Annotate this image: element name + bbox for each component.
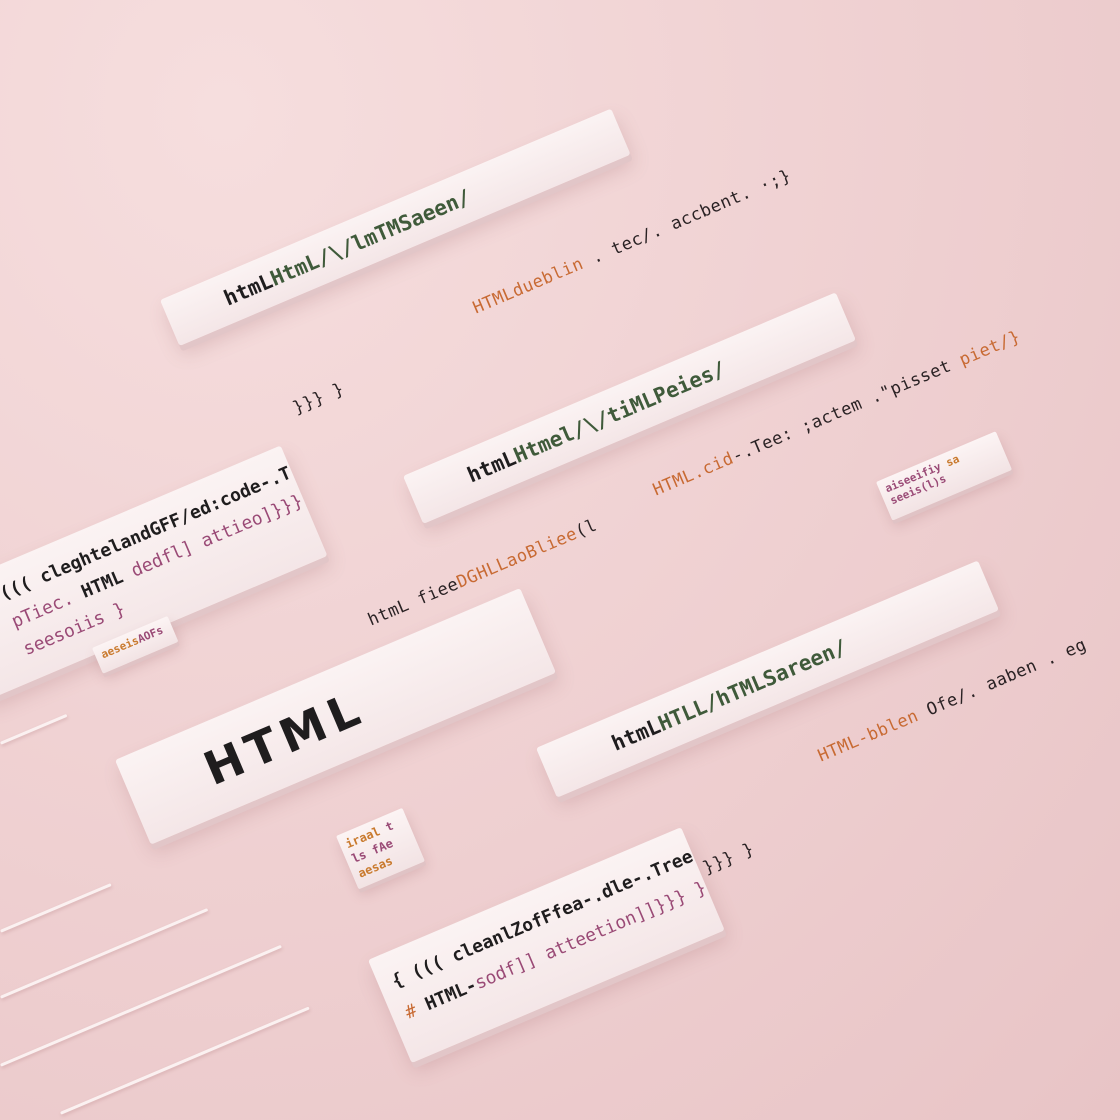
code-line: }}} } <box>700 839 757 878</box>
code-card: htmL HTLL/hTMLSareen/ <box>536 560 999 798</box>
code-token: DGHLLaoBliee <box>453 523 581 593</box>
decor-stroke <box>0 908 209 999</box>
code-card: ((( cleghtelandGFF/ed:code-.Treek(l pTie… <box>0 445 328 701</box>
card-path: HtmL/\/lmTMSaeen/ <box>266 184 475 291</box>
code-token: dueblin <box>509 253 587 302</box>
code-token: AOFs <box>135 623 166 646</box>
decor-stroke <box>0 713 68 745</box>
isometric-code-scene: htmL HtmL/\/lmTMSaeen/ htmL Htmel/\/tiML… <box>0 0 1120 1120</box>
code-token: .cid <box>689 448 737 484</box>
card-path: Htmel/\/tiMLPeies/ <box>510 356 730 468</box>
decor-stroke <box>0 883 112 933</box>
code-token: HTML <box>470 283 518 319</box>
card-path: HTLL/hTMLSareen/ <box>654 634 851 737</box>
code-token: HTML <box>650 465 698 501</box>
code-token: HTML-bblen <box>815 706 922 767</box>
decor-stroke <box>0 944 282 1067</box>
code-token: }}} } <box>290 379 348 419</box>
code-line: }}} } <box>290 379 347 418</box>
code-token: . tec/. accbent. ·;} <box>578 165 795 273</box>
html-title-label: HTML <box>196 680 373 796</box>
code-token: Ofe/. aaben . eg <box>913 634 1090 725</box>
code-card: htmL HtmL/\/lmTMSaeen/ <box>160 108 631 347</box>
code-card: htmL Htmel/\/tiMLPeies/ <box>403 292 856 524</box>
code-token: piet/} <box>956 326 1024 371</box>
card-keyword: htmL <box>463 445 520 488</box>
code-chip: aiseeifiy sa seeis(l)s <box>876 431 1013 521</box>
card-keyword: htmL <box>220 268 277 311</box>
code-token: }}} } <box>700 839 758 879</box>
html-title-card: HTML <box>115 588 556 845</box>
code-chip: iraal t ls fAe aesas <box>336 807 425 890</box>
card-keyword: htmL <box>608 713 665 756</box>
